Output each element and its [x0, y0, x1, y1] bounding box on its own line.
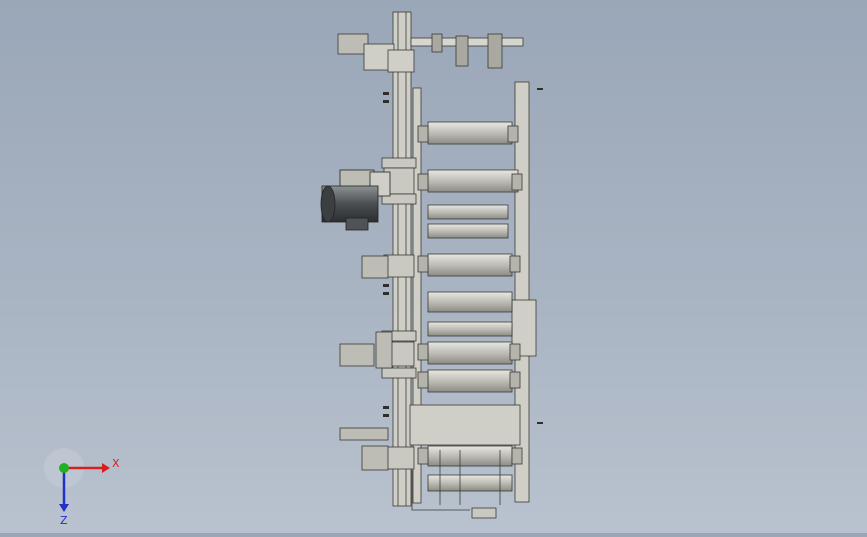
left-gearboxes [339, 255, 393, 471]
cad-viewport[interactable]: X Z [0, 0, 867, 533]
assembly-drawing [320, 11, 543, 519]
x-axis-label: X [112, 457, 120, 470]
upper-motor [320, 169, 391, 231]
z-axis-arrow-icon [59, 504, 69, 512]
x-axis-arrow-icon [102, 463, 110, 473]
coordinate-triad: X Z [44, 448, 120, 527]
z-axis-label: Z [60, 514, 68, 527]
y-axis-dot [59, 463, 69, 473]
top-drive [337, 33, 524, 73]
